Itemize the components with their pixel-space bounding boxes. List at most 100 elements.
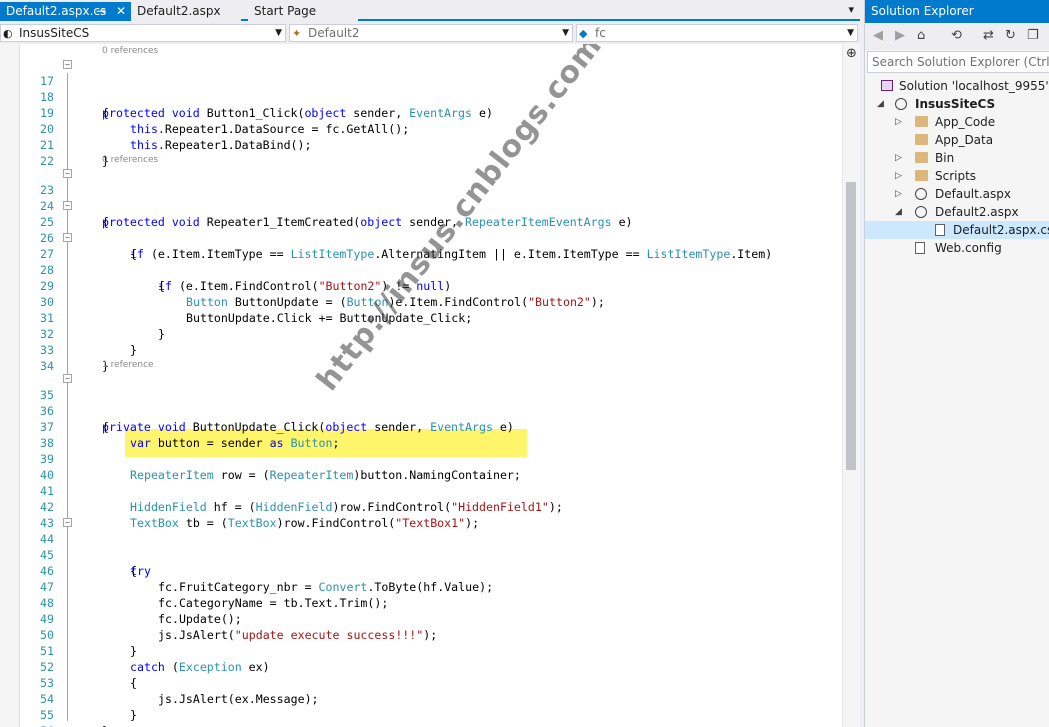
expanded-arrow-icon[interactable]: ◢ <box>895 203 902 221</box>
editor-pane: Default2.aspx.cs ⊸ ✕ Default2.aspx Start… <box>0 0 860 727</box>
code-line: 45 { <box>0 531 842 578</box>
code-lens-references[interactable]: 0 references <box>102 45 158 57</box>
code-line: 47 fc.CategoryName = tb.Text.Trim(); <box>0 563 842 610</box>
field-icon: ◆ <box>579 27 588 40</box>
csharp-file-icon <box>935 224 945 236</box>
collapse-icon[interactable]: − <box>63 60 72 69</box>
solution-icon <box>881 80 893 91</box>
tab-label: Start Page <box>254 4 317 18</box>
code-line: 36 { <box>0 387 842 434</box>
tab-default2-aspx[interactable]: Default2.aspx <box>131 2 241 21</box>
tree-item-label: Default2.aspx <box>935 205 1019 219</box>
collapsed-arrow-icon[interactable]: ▷ <box>895 167 902 185</box>
code-line: 23 − protected void Repeater1_ItemCreate… <box>0 166 842 229</box>
code-line: 32 } <box>0 310 842 357</box>
web-form-icon <box>915 188 927 200</box>
code-line-highlighted: 39 RepeaterItem row = (RepeaterItem)butt… <box>0 435 842 482</box>
split-editor-icon[interactable]: ⊕ <box>846 46 857 61</box>
tab-overflow-icon[interactable]: ▾ <box>848 3 854 16</box>
code-line: 53 js.JsAlert(ex.Message); <box>0 659 842 706</box>
tree-item-label: Default.aspx <box>935 187 1011 201</box>
folder-icon <box>915 152 928 163</box>
class-icon: ✦ <box>292 27 302 40</box>
code-line: 46 fc.FruitCategory_nbr = Convert.ToByte… <box>0 547 842 594</box>
code-line: 52 { <box>0 643 842 690</box>
collapse-icon[interactable]: − <box>63 169 72 178</box>
collapse-icon[interactable]: − <box>63 374 72 383</box>
code-line: 56 } <box>0 707 842 727</box>
solution-search-input[interactable]: Search Solution Explorer (Ctrl+;) <box>867 51 1049 73</box>
code-line: 48 fc.Update(); <box>0 579 842 626</box>
code-line: 43 <box>0 499 842 530</box>
code-line: 49 js.JsAlert("update execute success!!!… <box>0 595 842 642</box>
pin-icon[interactable]: ⊸ <box>96 2 106 20</box>
tree-item-label: App_Code <box>935 115 996 129</box>
class-dropdown[interactable]: ✦ Default2 ▼ <box>289 24 573 42</box>
code-lens-references[interactable]: 0 references <box>102 154 158 166</box>
back-icon[interactable]: ◀ <box>873 28 883 43</box>
tree-item-label: Default2.aspx.cs <box>953 223 1049 237</box>
tree-item-solution[interactable]: Solution 'localhost_9955' (1 p <box>865 77 1049 95</box>
tree-item-app-data[interactable]: App_Data <box>865 131 1049 149</box>
code-line: 44 − try <box>0 515 842 578</box>
vertical-scrollbar[interactable]: ⊕ <box>842 44 860 727</box>
collapse-icon[interactable]: − <box>63 201 72 210</box>
solution-explorer-toolbar: ◀ ▶ ⌂ ⟲ ⇄ ↻ ❐ <box>865 24 1049 50</box>
tree-item-web-config[interactable]: Web.config <box>865 239 1049 257</box>
close-icon[interactable]: ✕ <box>116 2 126 20</box>
sync-icon[interactable]: ⟲ <box>951 28 962 43</box>
forward-icon[interactable]: ▶ <box>895 28 905 43</box>
code-line: 25 − if (e.Item.ItemType == ListItemType… <box>0 198 842 261</box>
solution-explorer: Solution Explorer ◀ ▶ ⌂ ⟲ ⇄ ↻ ❐ Search S… <box>864 0 1049 727</box>
code-editor[interactable]: 0 references 17 − protected void Button1… <box>0 44 842 727</box>
project-dropdown[interactable]: ◐ InsusSiteCS ▼ <box>0 24 286 42</box>
csharp-project-icon: ◐ <box>3 27 13 40</box>
collapsed-arrow-icon[interactable]: ▷ <box>895 185 902 203</box>
tree-item-default2-aspx-cs[interactable]: Default2.aspx.cs <box>865 221 1049 239</box>
collapsed-arrow-icon[interactable]: ▷ <box>895 149 902 167</box>
expanded-arrow-icon[interactable]: ◢ <box>877 95 884 113</box>
tree-item-bin[interactable]: ▷ Bin <box>865 149 1049 167</box>
code-line: 35 − private void ButtonUpdate_Click(obj… <box>0 371 842 434</box>
code-line: 18 { <box>0 73 842 120</box>
tree-item-label: Web.config <box>935 241 1002 255</box>
code-line: 37 var button = sender as Button; <box>0 403 842 450</box>
code-line: 40 <box>0 451 842 482</box>
chevron-down-icon: ▼ <box>562 28 569 38</box>
collapse-icon[interactable]: − <box>63 518 72 527</box>
tree-item-label: Scripts <box>935 169 977 183</box>
tree-item-label: Solution 'localhost_9955' (1 p <box>899 79 1049 93</box>
home-icon[interactable]: ⌂ <box>917 28 925 43</box>
tree-item-default2-aspx[interactable]: ◢ Default2.aspx <box>865 203 1049 221</box>
switch-views-icon[interactable]: ⇄ <box>983 28 994 43</box>
refresh-icon[interactable]: ↻ <box>1005 28 1016 43</box>
tree-item-scripts[interactable]: ▷ Scripts <box>865 167 1049 185</box>
line-number: 56 <box>18 723 54 727</box>
tree-item-app-code[interactable]: ▷ App_Code <box>865 113 1049 131</box>
code-line: 34 <box>0 342 842 373</box>
code-line: 42 TextBox tb = (TextBox)row.FindControl… <box>0 483 842 530</box>
code-line: 50 } <box>0 611 842 658</box>
config-file-icon <box>915 242 925 254</box>
code-line: 51 catch (Exception ex) <box>0 627 842 674</box>
code-lens-references[interactable]: 1 reference <box>102 359 154 371</box>
tab-default2-aspx-cs[interactable]: Default2.aspx.cs ⊸ ✕ <box>0 2 131 21</box>
tab-label: Default2.aspx.cs <box>6 4 107 18</box>
collapsed-arrow-icon[interactable]: ▷ <box>895 113 902 131</box>
folder-icon <box>915 170 928 181</box>
tree-item-default-aspx[interactable]: ▷ Default.aspx <box>865 185 1049 203</box>
tab-label: Default2.aspx <box>137 4 221 18</box>
collapse-icon[interactable]: − <box>63 233 72 242</box>
project-dropdown-value: InsusSiteCS <box>19 26 90 40</box>
solution-explorer-title: Solution Explorer <box>865 0 1049 23</box>
code-line: 26 { <box>0 214 842 261</box>
scrollbar-thumb[interactable] <box>846 182 856 470</box>
tree-item-project[interactable]: ◢ InsusSiteCS <box>865 95 1049 113</box>
tab-start-page[interactable]: Start Page <box>248 2 358 21</box>
collapse-all-icon[interactable]: ❐ <box>1027 28 1039 43</box>
code-line: 22 <box>0 137 842 168</box>
folder-icon <box>915 116 928 127</box>
code-line: 17 − protected void Button1_Click(object… <box>0 57 842 120</box>
member-dropdown[interactable]: ◆ fc ▼ <box>576 24 858 42</box>
code-line: 54 } <box>0 675 842 722</box>
